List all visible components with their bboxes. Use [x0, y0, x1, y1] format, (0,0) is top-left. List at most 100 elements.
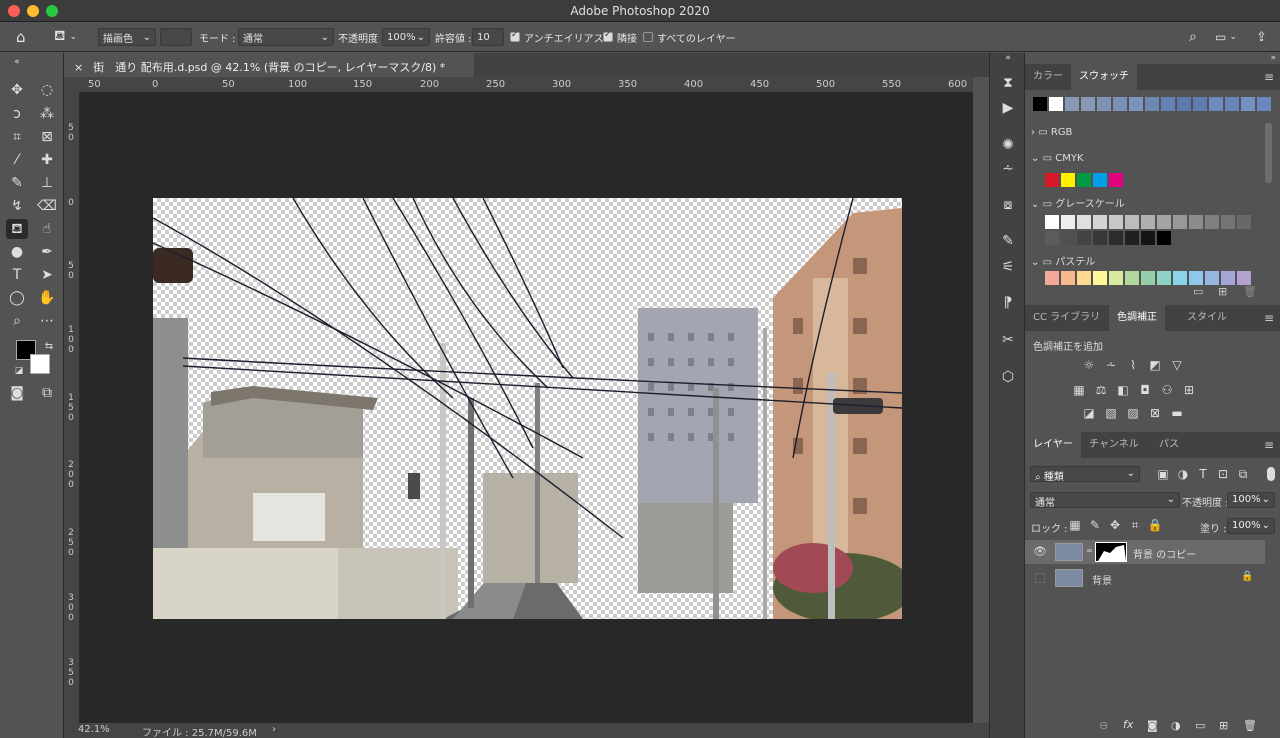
color-swatch[interactable] — [1157, 231, 1171, 245]
color-swatch[interactable] — [1125, 271, 1139, 285]
threshold-icon[interactable]: ▨ — [1125, 406, 1141, 420]
color-swatch[interactable] — [1081, 97, 1095, 111]
eyedropper-tool-icon[interactable]: ⁄ — [6, 150, 28, 170]
color-swatch[interactable] — [1257, 97, 1271, 111]
swap-colors-icon[interactable]: ⇆ — [38, 337, 60, 357]
color-swatch[interactable] — [1045, 231, 1059, 245]
color-swatch[interactable] — [1237, 215, 1251, 229]
search-icon[interactable]: ⌕ — [1189, 28, 1197, 46]
brushes-panel-icon[interactable]: ⩪ — [997, 159, 1019, 179]
tab-styles[interactable]: スタイル — [1179, 305, 1235, 331]
collapse-panel-icon[interactable]: » — [1270, 53, 1276, 63]
type-tool-icon[interactable]: T — [6, 265, 28, 285]
new-group-icon[interactable]: ▭ — [1195, 719, 1205, 732]
color-swatch[interactable] — [1093, 173, 1107, 187]
color-swatch[interactable] — [1161, 97, 1175, 111]
color-swatch[interactable] — [1241, 97, 1255, 111]
lock-transparency-icon[interactable]: ▦ — [1067, 518, 1083, 532]
color-swatch[interactable] — [1205, 271, 1219, 285]
collapse-panel-icon[interactable]: » — [997, 53, 1019, 63]
layer-filter-select[interactable]: ⌕ 種類 ⌄ — [1030, 466, 1140, 483]
clone-stamp-tool-icon[interactable]: ⊥ — [36, 173, 58, 193]
color-swatch[interactable] — [1221, 271, 1235, 285]
horizontal-ruler[interactable]: 50 0 50 100 150 200 250 300 350 400 450 500 550 600 — [80, 77, 973, 93]
color-swatch[interactable] — [1049, 97, 1063, 111]
layer-row-copy[interactable]: 👁 ∞ 背景 のコピー — [1025, 540, 1265, 564]
invert-icon[interactable]: ◪ — [1081, 406, 1097, 420]
filter-type-icon[interactable]: T — [1195, 467, 1211, 481]
color-swatch[interactable] — [1093, 215, 1107, 229]
fx-icon[interactable]: fx — [1123, 718, 1133, 731]
filter-adjustment-icon[interactable]: ◑ — [1175, 467, 1191, 481]
properties-panel-icon[interactable]: ⚟ — [997, 257, 1019, 277]
color-swatch[interactable] — [1157, 215, 1171, 229]
color-swatch[interactable] — [1113, 97, 1127, 111]
levels-icon[interactable]: ⩪ — [1103, 358, 1119, 372]
crop-tool-icon[interactable]: ⌗ — [6, 127, 28, 147]
panel-menu-icon[interactable]: ≡ — [1264, 438, 1274, 452]
color-swatch[interactable] — [1097, 97, 1111, 111]
layer-mask-thumbnail[interactable] — [1095, 542, 1127, 562]
all-layers-checkbox[interactable]: すべてのレイヤー — [643, 28, 736, 46]
history-panel-icon[interactable]: ⧗ — [997, 73, 1019, 93]
color-swatch[interactable] — [1193, 97, 1207, 111]
eraser-tool-icon[interactable]: ⌫ — [36, 196, 58, 216]
hand-tool-icon[interactable]: ✋ — [36, 288, 58, 308]
link-icon[interactable]: ∞ — [1086, 546, 1093, 555]
tolerance-input[interactable]: 10 — [472, 28, 504, 46]
color-swatch[interactable] — [1077, 173, 1091, 187]
color-swatch[interactable] — [1221, 215, 1235, 229]
pattern-picker[interactable] — [160, 28, 192, 46]
zoom-level[interactable]: 42.1% — [78, 724, 110, 735]
color-swatch[interactable] — [1109, 173, 1123, 187]
chevron-right-icon[interactable]: › — [272, 724, 276, 735]
blend-mode-select[interactable]: 通常 ⌄ — [1030, 492, 1180, 509]
color-swatch[interactable] — [1061, 231, 1075, 245]
panel-menu-icon[interactable]: ≡ — [1264, 311, 1274, 325]
paint-bucket-tool-icon[interactable]: ⛾ — [6, 219, 28, 239]
move-tool-icon[interactable]: ✥ — [6, 80, 28, 100]
color-swatch[interactable] — [1173, 215, 1187, 229]
screen-mode-icon[interactable]: ⧉ — [36, 383, 58, 403]
color-swatch[interactable] — [1157, 271, 1171, 285]
paint-bucket-tool-preset-icon[interactable]: ⛾ ⌄ — [54, 28, 77, 46]
color-swatch[interactable] — [1077, 215, 1091, 229]
tab-channels[interactable]: チャンネル — [1081, 432, 1147, 458]
ellipse-tool-icon[interactable]: ◯ — [6, 288, 28, 308]
posterize-icon[interactable]: ▧ — [1103, 406, 1119, 420]
fill-input[interactable]: 100% ⌄ — [1227, 518, 1275, 534]
opacity-input[interactable]: 100% ⌄ — [382, 28, 430, 46]
gradient-map-icon[interactable]: ▬ — [1169, 406, 1185, 420]
exposure-icon[interactable]: ◩ — [1147, 358, 1163, 372]
color-lookup-icon[interactable]: ⊞ — [1181, 383, 1197, 397]
new-layer-icon[interactable]: ⊞ — [1219, 719, 1228, 732]
color-swatch[interactable] — [1077, 231, 1091, 245]
filter-shape-icon[interactable]: ⊡ — [1215, 467, 1231, 481]
swatches-scrollbar[interactable] — [1265, 123, 1272, 183]
color-swatch[interactable] — [1077, 271, 1091, 285]
actions-panel-icon[interactable]: ▶ — [997, 98, 1019, 118]
hue-saturation-icon[interactable]: ▦ — [1071, 383, 1087, 397]
tool-presets-icon[interactable]: ✎ — [997, 231, 1019, 251]
color-swatch[interactable] — [1093, 271, 1107, 285]
color-swatch[interactable] — [1189, 215, 1203, 229]
brush-settings-icon[interactable]: ✺ — [997, 135, 1019, 155]
vibrance-icon[interactable]: ▽ — [1169, 358, 1185, 372]
quick-mask-icon[interactable]: ◙ — [6, 383, 28, 403]
color-swatch[interactable] — [1109, 271, 1123, 285]
brush-tool-icon[interactable]: ✎ — [6, 173, 28, 193]
color-swatch[interactable] — [1109, 215, 1123, 229]
tools-settings-icon[interactable]: ✂ — [997, 330, 1019, 350]
history-brush-tool-icon[interactable]: ↯ — [6, 196, 28, 216]
tab-swatches[interactable]: スウォッチ — [1071, 64, 1137, 90]
new-adjustment-icon[interactable]: ◑ — [1171, 719, 1181, 732]
lock-position-icon[interactable]: ✥ — [1107, 518, 1123, 532]
clone-source-icon[interactable]: ⧇ — [997, 195, 1019, 215]
color-swatch[interactable] — [1045, 173, 1059, 187]
layer-row-background[interactable]: 背景 🔒 — [1025, 566, 1265, 590]
swatch-group-cmyk[interactable]: ⌄ ▭ CMYK — [1031, 153, 1084, 164]
selective-color-icon[interactable]: ⊠ — [1147, 406, 1163, 420]
healing-brush-tool-icon[interactable]: ✚ — [36, 150, 58, 170]
color-swatch[interactable] — [1141, 215, 1155, 229]
frame-tool-icon[interactable]: ⊠ — [36, 127, 58, 147]
